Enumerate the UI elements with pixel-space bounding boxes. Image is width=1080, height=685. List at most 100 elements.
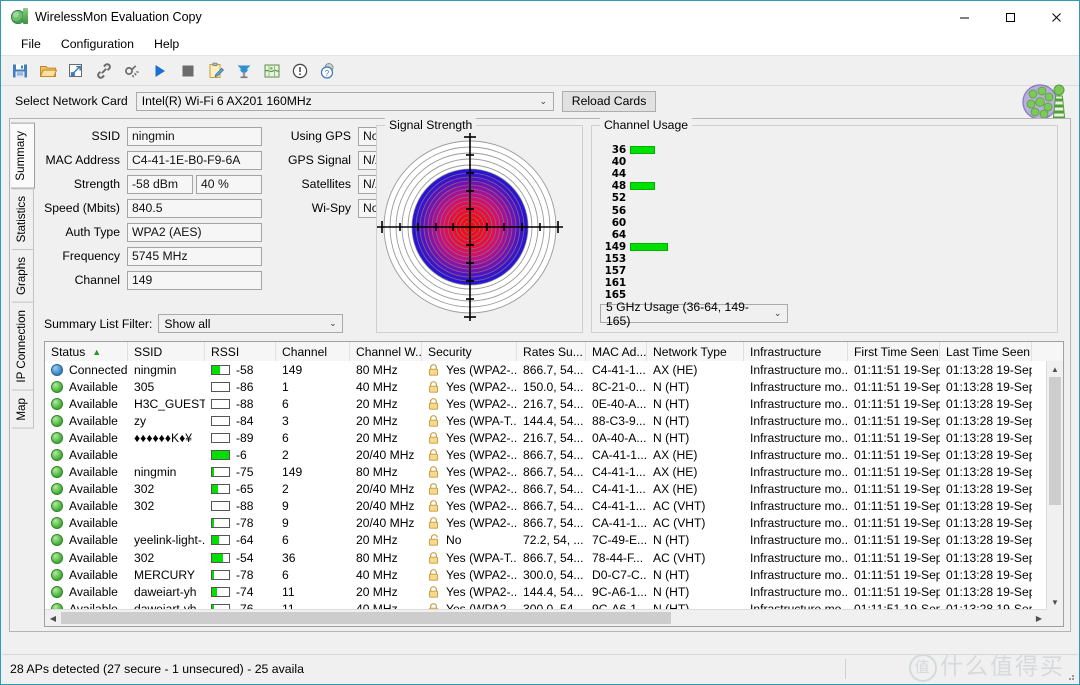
column-header-status[interactable]: Status ▲ [45, 342, 128, 361]
column-header-rssi[interactable]: RSSI [205, 342, 276, 361]
cell-infrastructure: Infrastructure mo... [744, 515, 848, 532]
link-icon[interactable] [91, 58, 117, 83]
cell-infrastructure: Infrastructure mo... [744, 429, 848, 446]
vertical-scroll-thumb[interactable] [1049, 377, 1061, 505]
using-gps-label: Using GPS [291, 129, 358, 143]
tab-map[interactable]: Map [12, 390, 34, 429]
stop-icon[interactable] [175, 58, 201, 83]
reload-cards-button[interactable]: Reload Cards [562, 91, 657, 112]
maximize-button[interactable] [987, 1, 1033, 33]
minimize-button[interactable] [941, 1, 987, 33]
tab-summary[interactable]: Summary [11, 123, 35, 189]
ssid-value[interactable]: ningmin [127, 127, 262, 146]
table-row[interactable]: Availableningmin-7514980 MHzYes (WPA2-..… [45, 464, 1063, 481]
open-folder-icon[interactable] [35, 58, 61, 83]
column-header-mac-address[interactable]: MAC Ad... [586, 342, 647, 361]
channel-usage-band-select[interactable]: 5 GHz Usage (36-64, 149-165) ⌄ [600, 304, 788, 323]
cell-rssi: -58 [205, 361, 276, 378]
table-row[interactable]: Available♦♦♦♦♦♦K♦¥-89620 MHzYes (WPA2-..… [45, 429, 1063, 446]
menu-file[interactable]: File [11, 35, 51, 53]
column-header-ssid[interactable]: SSID [128, 342, 205, 361]
close-button[interactable] [1033, 1, 1079, 33]
antenna-tower-icon[interactable] [231, 58, 257, 83]
table-row[interactable]: Available-78920/40 MHzYes (WPA2-...866.7… [45, 515, 1063, 532]
table-row[interactable]: Available305-86140 MHzYes (WPA2-...150.0… [45, 378, 1063, 395]
status-indicator-icon [51, 517, 63, 529]
cell-ssid [128, 515, 205, 532]
column-header-last-time-seen[interactable]: Last Time Seen [940, 342, 1032, 361]
field-channel: Channel 149 [44, 269, 374, 291]
channel-label: 36 [600, 144, 630, 156]
strength-percent-value[interactable]: 40 % [196, 175, 262, 194]
column-header-channel-width[interactable]: Channel W... [350, 342, 422, 361]
play-icon[interactable] [147, 58, 173, 83]
network-card-row: Select Network Card Intel(R) Wi-Fi 6 AX2… [1, 86, 1079, 116]
cell-infrastructure: Infrastructure mo... [744, 583, 848, 600]
cell-infrastructure: Infrastructure mo... [744, 532, 848, 549]
cell-network-type: AC (VHT) [647, 515, 744, 532]
tab-statistics[interactable]: Statistics [12, 188, 34, 250]
vertical-scrollbar[interactable]: ▲ ▼ [1046, 361, 1063, 610]
horizontal-scroll-thumb[interactable] [61, 612, 671, 624]
menu-help[interactable]: Help [144, 35, 189, 53]
cell-rates-supported: 300.0, 54... [517, 566, 586, 583]
scroll-down-icon[interactable]: ▼ [1047, 594, 1063, 610]
table-row[interactable]: Availablezy-84320 MHzYes (WPA-T...144.4,… [45, 412, 1063, 429]
table-row[interactable]: Availableyeelink-light-...-64620 MHzNo72… [45, 532, 1063, 549]
column-header-infrastructure[interactable]: Infrastructure [744, 342, 848, 361]
table-header-row: Status ▲ SSID RSSI Channel Channel W... … [45, 342, 1063, 362]
table-row[interactable]: Connectedningmin-5814980 MHzYes (WPA2-..… [45, 361, 1063, 378]
scroll-left-icon[interactable]: ◀ [45, 614, 61, 623]
speed-value[interactable]: 840.5 [127, 199, 262, 218]
scroll-right-icon[interactable]: ▶ [1031, 614, 1047, 623]
channel-value[interactable]: 149 [127, 271, 262, 290]
horizontal-scroll-track[interactable] [61, 610, 1031, 626]
table-row[interactable]: Availabledaweiart-yh-741120 MHzYes (WPA2… [45, 583, 1063, 600]
signal-bar-icon [211, 535, 230, 545]
status-text: Available [69, 431, 118, 445]
cell-mac-address: 8C-21-0... [586, 378, 647, 395]
svg-text:?: ? [325, 69, 330, 78]
column-header-network-type[interactable]: Network Type [647, 342, 744, 361]
table-row[interactable]: Available302-88920/40 MHzYes (WPA2-...86… [45, 498, 1063, 515]
column-header-channel[interactable]: Channel [276, 342, 350, 361]
tab-ip-connection[interactable]: IP Connection [12, 302, 34, 391]
rssi-value: -89 [236, 431, 253, 445]
alert-icon[interactable] [287, 58, 313, 83]
resize-grip-icon[interactable] [1065, 671, 1075, 681]
help-icon[interactable]: ? [315, 58, 341, 83]
network-card-select[interactable]: Intel(R) Wi-Fi 6 AX201 160MHz ⌄ [136, 92, 554, 111]
tab-graphs[interactable]: Graphs [12, 249, 34, 303]
rssi-value: -78 [236, 568, 253, 582]
strength-dbm-value[interactable]: -58 dBm [127, 175, 193, 194]
cell-first-time-seen: 01:11:51 19-Sep... [848, 464, 940, 481]
scroll-up-icon[interactable]: ▲ [1047, 361, 1063, 377]
column-header-rates-supported[interactable]: Rates Su... [517, 342, 586, 361]
export-icon[interactable] [63, 58, 89, 83]
table-row[interactable]: Available302-543680 MHzYes (WPA-T...866.… [45, 549, 1063, 566]
auth-type-value[interactable]: WPA2 (AES) [127, 223, 262, 242]
status-indicator-icon [51, 500, 63, 512]
menu-configuration[interactable]: Configuration [51, 35, 144, 53]
column-header-security[interactable]: Security [422, 342, 517, 361]
table-row[interactable]: AvailableH3C_GUEST-88620 MHzYes (WPA2-..… [45, 395, 1063, 412]
table-row[interactable]: Available-6220/40 MHzYes (WPA2-...866.7,… [45, 446, 1063, 463]
report-icon[interactable] [203, 58, 229, 83]
save-icon[interactable] [7, 58, 33, 83]
mac-address-value[interactable]: C4-41-1E-B0-F9-6A [127, 151, 262, 170]
frequency-value[interactable]: 5745 MHz [127, 247, 262, 266]
table-row[interactable]: AvailableMERCURY-78640 MHzYes (WPA2-...3… [45, 566, 1063, 583]
cell-mac-address: 78-44-F... [586, 549, 647, 566]
broken-link-icon[interactable] [119, 58, 145, 83]
summary-list-filter-select[interactable]: Show all ⌄ [158, 314, 343, 333]
map-icon[interactable] [259, 58, 285, 83]
cell-security: Yes (WPA2-... [422, 566, 517, 583]
column-header-first-time-seen[interactable]: First Time Seen [848, 342, 940, 361]
cell-first-time-seen: 01:11:51 19-Sep... [848, 549, 940, 566]
cell-security: Yes (WPA2-... [422, 498, 517, 515]
horizontal-scrollbar[interactable]: ◀ ▶ [45, 609, 1047, 626]
security-text: Yes (WPA-T... [446, 551, 517, 565]
cell-status: Available [45, 515, 128, 532]
table-row[interactable]: Available302-65220/40 MHzYes (WPA2-...86… [45, 481, 1063, 498]
cell-mac-address: D0-C7-C... [586, 566, 647, 583]
